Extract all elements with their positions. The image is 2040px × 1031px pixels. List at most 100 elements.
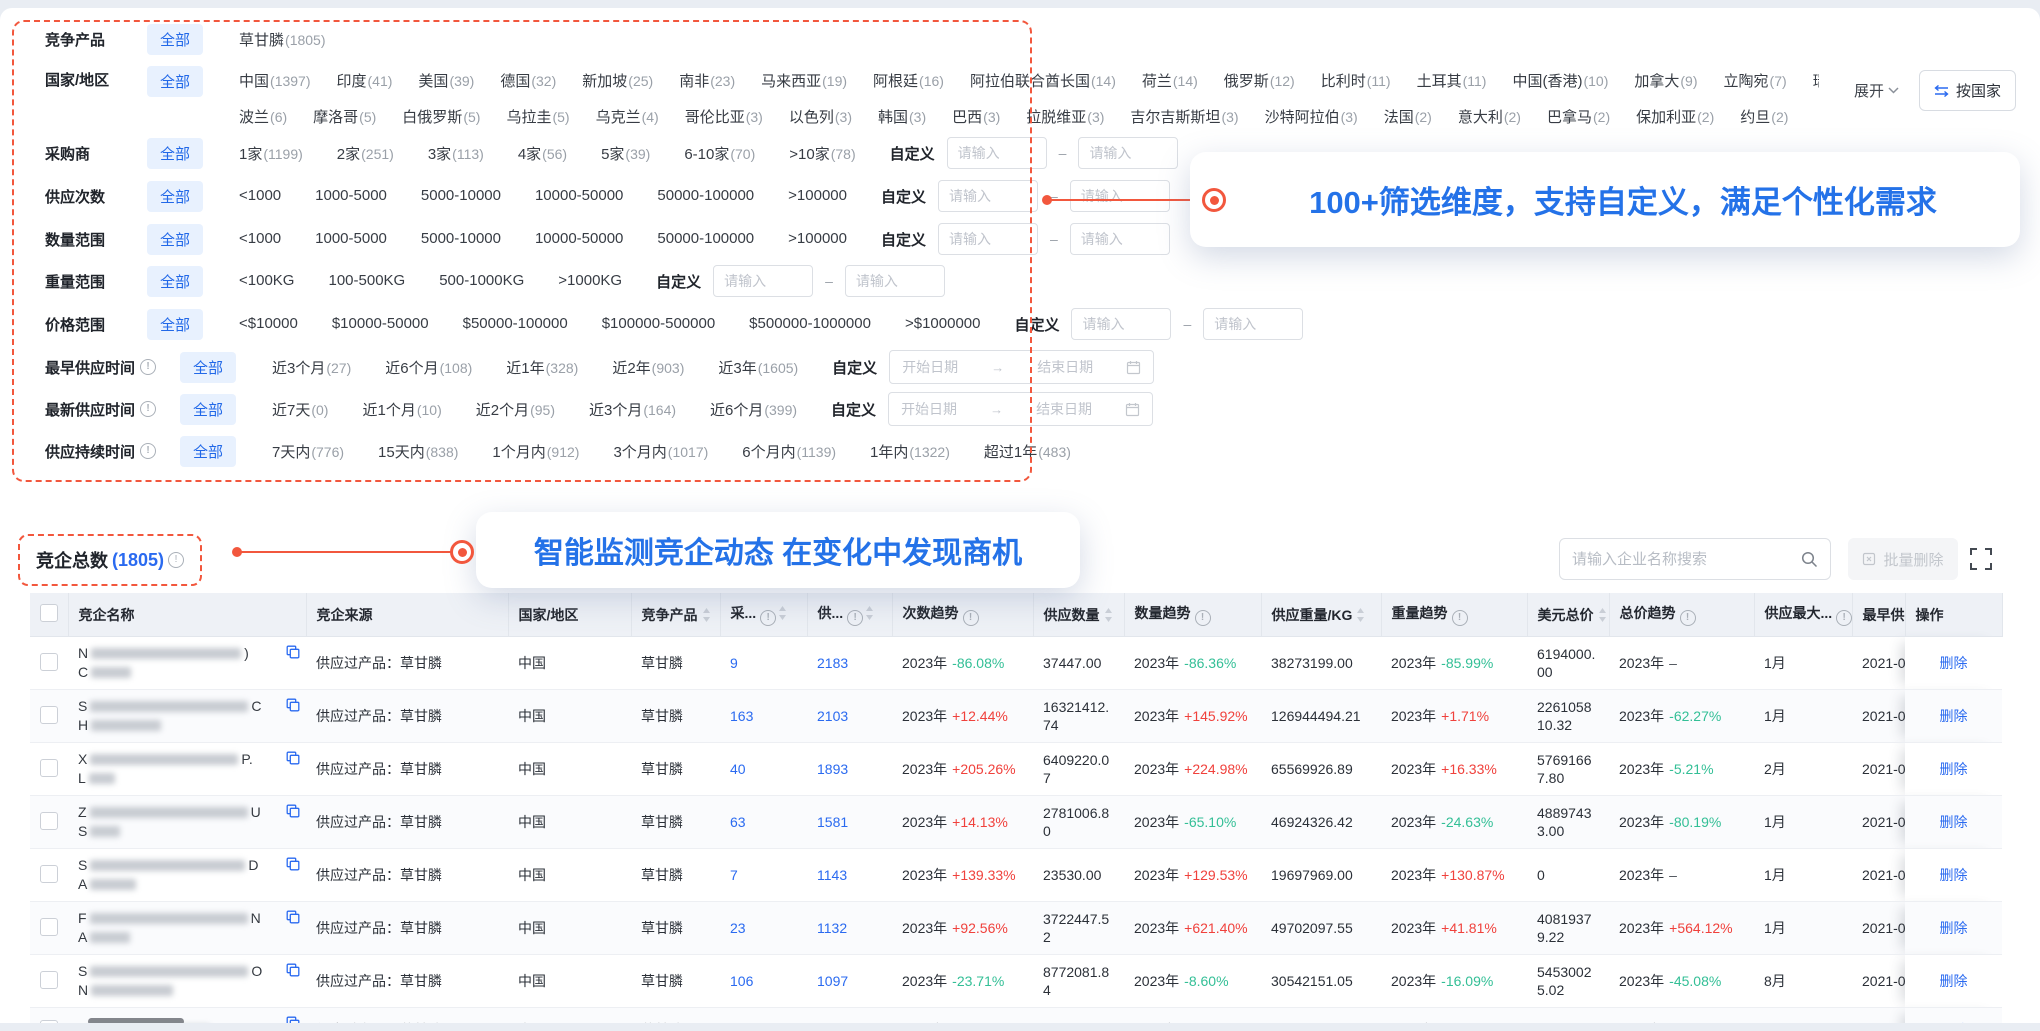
filter-option[interactable]: 中国(香港)(10) bbox=[1512, 70, 1608, 91]
filter-option[interactable]: 土耳其(11) bbox=[1417, 70, 1487, 91]
copy-icon[interactable] bbox=[286, 804, 300, 821]
filter-option[interactable]: 瑞士(6) bbox=[1813, 70, 1819, 91]
filter-option[interactable]: $10000-50000 bbox=[332, 315, 429, 333]
column-header[interactable]: 美元总价 bbox=[1527, 593, 1609, 637]
filter-option[interactable]: 法国(2) bbox=[1384, 106, 1432, 127]
info-icon[interactable]: ! bbox=[1195, 610, 1211, 626]
filter-option[interactable]: 1000-5000 bbox=[315, 230, 387, 248]
filter-option[interactable]: 10000-50000 bbox=[535, 187, 623, 205]
buyer-count-link[interactable]: 106 bbox=[720, 955, 807, 1008]
filter-option[interactable]: >100000 bbox=[788, 230, 847, 248]
row-checkbox[interactable] bbox=[40, 865, 58, 883]
custom-label[interactable]: 自定义 bbox=[881, 186, 926, 207]
filter-option[interactable]: $100000-500000 bbox=[602, 315, 715, 333]
filter-all-chip[interactable]: 全部 bbox=[147, 224, 203, 255]
delete-link[interactable]: 删除 bbox=[1940, 708, 1968, 724]
sort-icon[interactable] bbox=[778, 606, 787, 620]
range-min-input[interactable] bbox=[938, 180, 1038, 212]
info-icon[interactable]: ! bbox=[760, 610, 776, 626]
copy-icon[interactable] bbox=[286, 1016, 300, 1023]
range-max-input[interactable] bbox=[1203, 308, 1303, 340]
range-min-input[interactable] bbox=[938, 223, 1038, 255]
filter-all-chip[interactable]: 全部 bbox=[147, 181, 203, 212]
supply-times-link[interactable]: 1143 bbox=[807, 849, 892, 902]
supply-times-link[interactable]: 2103 bbox=[807, 690, 892, 743]
copy-icon[interactable] bbox=[286, 645, 300, 662]
filter-all-chip[interactable]: 全部 bbox=[147, 24, 203, 55]
select-all-checkbox[interactable] bbox=[40, 604, 58, 622]
filter-option[interactable]: 美国(39) bbox=[418, 70, 474, 91]
filter-option[interactable]: 韩国(3) bbox=[878, 106, 926, 127]
filter-option[interactable]: 草甘膦(1805) bbox=[239, 29, 325, 50]
delete-link[interactable]: 删除 bbox=[1940, 867, 1968, 883]
range-max-input[interactable] bbox=[845, 265, 945, 297]
filter-option[interactable]: 阿根廷(16) bbox=[873, 70, 944, 91]
filter-option[interactable]: 2家(251) bbox=[337, 143, 394, 164]
filter-option[interactable]: 白俄罗斯(5) bbox=[402, 106, 480, 127]
info-icon[interactable]: ! bbox=[1452, 610, 1468, 626]
filter-option[interactable]: 约旦(2) bbox=[1740, 106, 1788, 127]
column-header[interactable]: 竞争产品 bbox=[631, 593, 720, 637]
custom-label[interactable]: 自定义 bbox=[656, 271, 701, 292]
info-icon[interactable]: ! bbox=[140, 359, 156, 375]
filter-option[interactable]: 1000-5000 bbox=[315, 187, 387, 205]
filter-all-chip[interactable]: 全部 bbox=[180, 436, 236, 467]
custom-label[interactable]: 自定义 bbox=[881, 229, 926, 250]
supply-times-link[interactable]: 2183 bbox=[807, 637, 892, 690]
filter-option[interactable]: >10家(78) bbox=[789, 143, 855, 164]
date-range-picker[interactable]: 开始日期 → 结束日期 bbox=[888, 392, 1153, 426]
custom-label[interactable]: 自定义 bbox=[832, 357, 877, 378]
copy-icon[interactable] bbox=[286, 751, 300, 768]
filter-option[interactable]: <1000 bbox=[239, 230, 281, 248]
buyer-count-link[interactable]: 40 bbox=[720, 743, 807, 796]
row-checkbox[interactable] bbox=[40, 918, 58, 936]
filter-option[interactable]: $50000-100000 bbox=[463, 315, 568, 333]
range-min-input[interactable] bbox=[713, 265, 813, 297]
filter-option[interactable]: <100KG bbox=[239, 272, 294, 290]
filter-option[interactable]: 3个月内(1017) bbox=[613, 441, 708, 462]
range-min-input[interactable] bbox=[1071, 308, 1171, 340]
filter-all-chip[interactable]: 全部 bbox=[147, 138, 203, 169]
filter-option[interactable]: 50000-100000 bbox=[657, 230, 754, 248]
delete-link[interactable]: 删除 bbox=[1940, 1022, 1968, 1023]
filter-option[interactable]: $500000-1000000 bbox=[749, 315, 871, 333]
filter-option[interactable]: 吉尔吉斯斯坦(3) bbox=[1130, 106, 1238, 127]
filter-option[interactable]: 5000-10000 bbox=[421, 230, 501, 248]
filter-option[interactable]: 俄罗斯(12) bbox=[1224, 70, 1295, 91]
date-range-picker[interactable]: 开始日期 → 结束日期 bbox=[889, 350, 1154, 384]
filter-option[interactable]: 近6个月(399) bbox=[710, 399, 797, 420]
filter-option[interactable]: 50000-100000 bbox=[657, 187, 754, 205]
filter-all-chip[interactable]: 全部 bbox=[180, 394, 236, 425]
sort-icon[interactable] bbox=[865, 606, 874, 620]
filter-option[interactable]: 5000-10000 bbox=[421, 187, 501, 205]
filter-option[interactable]: 拉脱维亚(3) bbox=[1026, 106, 1104, 127]
filter-option[interactable]: 500-1000KG bbox=[439, 272, 524, 290]
column-header[interactable]: 供应数量 bbox=[1033, 593, 1124, 637]
buyer-count-link[interactable]: 1 bbox=[720, 1008, 807, 1024]
column-header[interactable]: 采...! bbox=[720, 593, 807, 637]
filter-option[interactable]: 沙特阿拉伯(3) bbox=[1265, 106, 1358, 127]
info-icon[interactable]: ! bbox=[1836, 610, 1852, 626]
filter-option[interactable]: 印度(41) bbox=[337, 70, 393, 91]
filter-option[interactable]: 15天内(838) bbox=[378, 441, 458, 462]
search-input[interactable] bbox=[1560, 551, 1801, 568]
fullscreen-icon[interactable] bbox=[1968, 546, 1994, 572]
filter-option[interactable]: 1家(1199) bbox=[239, 143, 303, 164]
supply-times-link[interactable]: 1893 bbox=[807, 743, 892, 796]
filter-option[interactable]: 乌拉圭(5) bbox=[506, 106, 569, 127]
filter-option[interactable]: 7天内(776) bbox=[272, 441, 344, 462]
delete-link[interactable]: 删除 bbox=[1940, 814, 1968, 830]
filter-option[interactable]: 保加利亚(2) bbox=[1636, 106, 1714, 127]
batch-delete-button[interactable]: 批量删除 bbox=[1848, 538, 1958, 580]
filter-option[interactable]: 立陶宛(7) bbox=[1724, 70, 1787, 91]
info-icon[interactable]: ! bbox=[963, 610, 979, 626]
filter-option[interactable]: 3家(113) bbox=[428, 143, 484, 164]
supply-times-link[interactable]: 1097 bbox=[807, 955, 892, 1008]
row-checkbox[interactable] bbox=[40, 971, 58, 989]
filter-option[interactable]: 100-500KG bbox=[328, 272, 405, 290]
supply-times-link[interactable]: 1581 bbox=[807, 796, 892, 849]
range-min-input[interactable] bbox=[947, 137, 1047, 169]
filter-option[interactable]: 超过1年(483) bbox=[984, 441, 1071, 462]
info-icon[interactable]: ! bbox=[847, 610, 863, 626]
copy-icon[interactable] bbox=[286, 857, 300, 874]
